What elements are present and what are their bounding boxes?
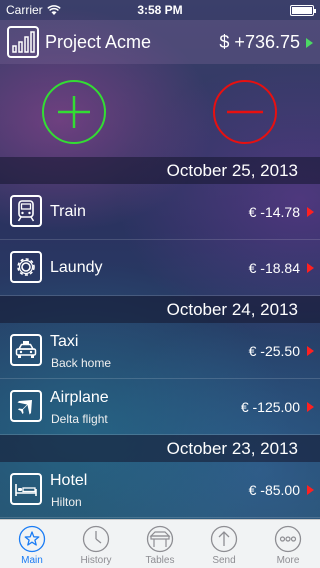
taxi-icon [10, 334, 42, 366]
transaction-note: Hilton [51, 495, 82, 509]
transaction-amount: € -85.00 [248, 482, 300, 498]
chevron-right-icon [307, 263, 314, 273]
transaction-name: Taxi [50, 333, 79, 350]
transaction-row-hotel[interactable]: Hotel Hilton € -85.00 [0, 462, 320, 518]
transaction-note: Back home [51, 356, 112, 370]
tab-bar: Main History Tables Send More [0, 519, 320, 568]
transaction-row-taxi[interactable]: Taxi Back home € -25.50 [0, 323, 320, 379]
add-expense-button[interactable] [213, 80, 277, 144]
transaction-row-laundy[interactable]: Laundy € -18.84 [0, 240, 320, 296]
status-time: 3:58 PM [137, 3, 183, 17]
tab-more[interactable]: More [256, 520, 320, 568]
plus-icon [58, 96, 90, 128]
minus-icon [227, 110, 263, 114]
tab-label: Main [21, 555, 43, 566]
airplane-icon [10, 390, 42, 422]
chevron-right-icon [307, 346, 314, 356]
date-header: October 24, 2013 [0, 296, 320, 323]
clock-icon [82, 525, 110, 553]
transaction-row-airplane[interactable]: Airplane Delta flight € -125.00 [0, 379, 320, 435]
add-income-button[interactable] [42, 80, 106, 144]
project-balance: $ +736.75 [219, 32, 300, 52]
send-icon [210, 525, 238, 553]
transaction-row-train[interactable]: Train € -14.78 [0, 184, 320, 240]
transaction-name: Hotel [50, 472, 88, 489]
gear-icon [10, 251, 42, 283]
chevron-right-icon [307, 485, 314, 495]
chevron-right-icon [307, 207, 314, 217]
status-bar: Carrier 3:58 PM [0, 0, 320, 20]
project-title: Project Acme [45, 32, 152, 52]
train-icon [10, 195, 42, 227]
transaction-name: Airplane [50, 389, 109, 406]
transaction-amount: € -125.00 [240, 399, 300, 415]
transaction-name: Laundy [50, 259, 103, 276]
date-header: October 23, 2013 [0, 435, 320, 462]
bed-icon [10, 473, 42, 505]
tab-label: Send [212, 555, 236, 566]
chevron-right-icon [306, 38, 313, 48]
star-icon [18, 525, 46, 553]
tab-main[interactable]: Main [0, 520, 64, 568]
tab-tables[interactable]: Tables [128, 520, 192, 568]
tab-label: History [80, 555, 112, 566]
tab-label: Tables [145, 555, 175, 566]
tab-send[interactable]: Send [192, 520, 256, 568]
transaction-amount: € -14.78 [248, 204, 300, 220]
transaction-amount: € -25.50 [248, 343, 300, 359]
tables-icon [146, 525, 174, 553]
battery-icon [290, 5, 316, 16]
transaction-name: Train [50, 203, 86, 220]
tab-label: More [276, 555, 300, 566]
transaction-note: Delta flight [51, 412, 108, 426]
project-header[interactable]: Project Acme $ +736.75 [0, 20, 320, 64]
bar-chart-icon [7, 26, 39, 58]
transaction-amount: € -18.84 [248, 260, 300, 276]
tab-history[interactable]: History [64, 520, 128, 568]
date-header: October 25, 2013 [0, 157, 320, 184]
more-icon [274, 525, 302, 553]
chevron-right-icon [307, 402, 314, 412]
